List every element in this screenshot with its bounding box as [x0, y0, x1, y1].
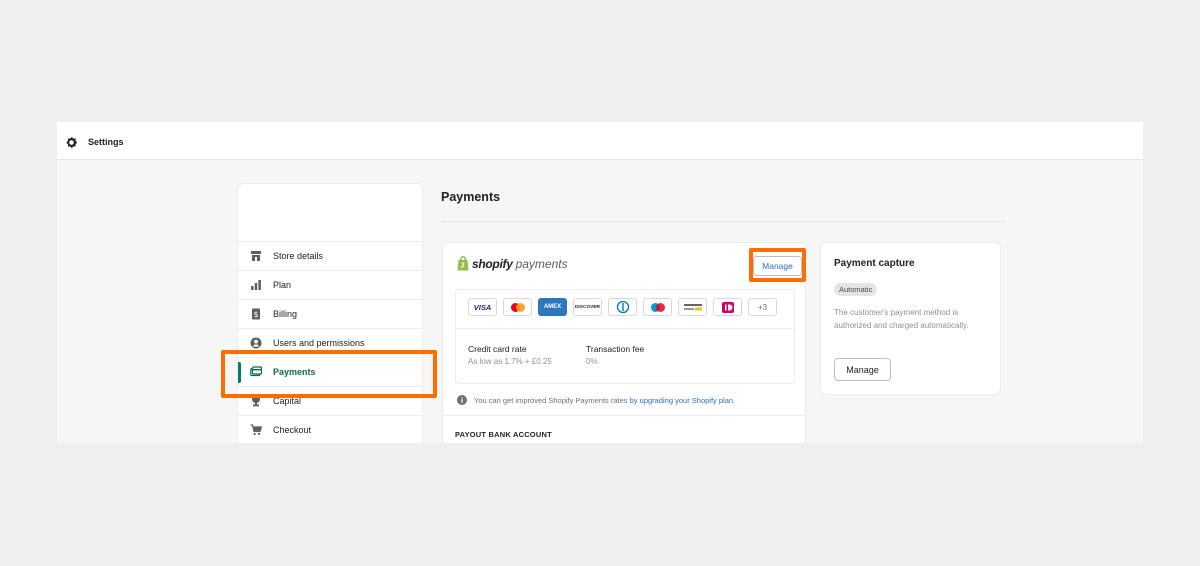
- sidebar-item-label: Store details: [273, 251, 324, 261]
- settings-sidebar: Store details Plan $ Billing Users and p…: [237, 183, 423, 443]
- panel-divider: [456, 328, 794, 329]
- sidebar-item-store-details[interactable]: Store details: [238, 242, 422, 271]
- shopify-payments-card: shopify payments Manage VISA AMEX DISCOV…: [442, 242, 806, 443]
- diners-club-icon: [608, 298, 637, 316]
- gear-icon: [66, 137, 77, 148]
- info-icon: [457, 395, 467, 405]
- visa-card-icon: VISA: [468, 298, 497, 316]
- store-icon: [250, 250, 262, 262]
- svg-text:$: $: [253, 310, 258, 319]
- credit-card-rate-label: Credit card rate: [468, 344, 527, 354]
- screenshot-frame: Settings Store details Plan $ Billing Us…: [57, 122, 1143, 443]
- title-divider: [441, 221, 1005, 222]
- credit-card-rate-value: As low as 1.7% + £0.25: [468, 357, 552, 366]
- brand-name-light: payments: [515, 256, 568, 271]
- payment-capture-description: The customer's payment method is authori…: [834, 308, 969, 330]
- payout-bank-account-heading: PAYOUT BANK ACCOUNT: [455, 430, 552, 439]
- sidebar-item-label: Checkout: [273, 425, 312, 435]
- sidebar-item-users-and-permissions[interactable]: Users and permissions: [238, 329, 422, 358]
- payout-divider: [443, 415, 805, 416]
- top-bar: Settings: [57, 122, 1143, 160]
- payment-methods-panel: VISA AMEX DISCOVER +3 Credit card rate A…: [455, 289, 795, 384]
- sidebar-item-label: Payments: [273, 367, 316, 377]
- transaction-fee-value: 0%: [586, 357, 598, 366]
- upgrade-notice: You can get improved Shopify Payments ra…: [457, 395, 735, 405]
- sidebar-item-label: Capital: [273, 396, 302, 406]
- shopify-payments-logo: shopify payments: [457, 256, 568, 271]
- amex-card-icon: AMEX: [538, 298, 567, 316]
- discover-card-icon: DISCOVER: [573, 298, 602, 316]
- status-badge: Automatic: [834, 283, 878, 296]
- mastercard-icon: [503, 298, 532, 316]
- maestro-card-icon: [643, 298, 672, 316]
- amex-label: AMEX: [543, 304, 562, 310]
- manage-payments-button[interactable]: Manage: [753, 256, 802, 276]
- visa-label: VISA: [473, 302, 492, 312]
- page-title: Payments: [441, 190, 501, 204]
- page-header-title: Settings: [88, 137, 124, 147]
- sidebar-item-capital[interactable]: Capital: [238, 387, 422, 416]
- cart-icon: [250, 424, 262, 436]
- upgrade-plan-link[interactable]: by upgrading your Shopify plan.: [630, 396, 736, 405]
- bank-card-icon: [678, 298, 707, 316]
- sidebar-item-label: Users and permissions: [273, 338, 365, 348]
- notice-text: You can get improved Shopify Payments ra…: [474, 395, 630, 405]
- credit-card-rate: Credit card rate As low as 1.7% + £0.25: [468, 344, 552, 366]
- sidebar-item-payments[interactable]: Payments: [238, 358, 422, 387]
- sidebar-item-plan[interactable]: Plan: [238, 271, 422, 300]
- payments-icon: [250, 366, 262, 378]
- capital-icon: [250, 395, 262, 407]
- sidebar-item-checkout[interactable]: Checkout: [238, 416, 422, 443]
- billing-icon: $: [250, 308, 262, 320]
- sidebar-item-billing[interactable]: $ Billing: [238, 300, 422, 329]
- sidebar-item-label: Plan: [273, 280, 292, 290]
- payment-capture-title: Payment capture: [834, 258, 915, 269]
- sidebar-item-label: Billing: [273, 309, 298, 319]
- sidebar-header: [238, 184, 422, 242]
- shopify-bag-icon: [457, 256, 469, 271]
- discover-label: DISCOVER: [574, 304, 601, 310]
- transaction-fee-label: Transaction fee: [586, 344, 645, 354]
- manage-capture-button[interactable]: Manage: [834, 358, 891, 381]
- payment-methods-row: VISA AMEX DISCOVER +3: [468, 298, 777, 316]
- user-icon: [250, 337, 262, 349]
- brand-name-strong: shopify: [472, 256, 513, 271]
- ideal-card-icon: [713, 298, 742, 316]
- payment-capture-card: Payment capture Automatic The customer's…: [820, 242, 1001, 395]
- more-methods-badge[interactable]: +3: [748, 298, 777, 316]
- plan-icon: [250, 279, 262, 291]
- transaction-fee: Transaction fee 0%: [586, 344, 644, 366]
